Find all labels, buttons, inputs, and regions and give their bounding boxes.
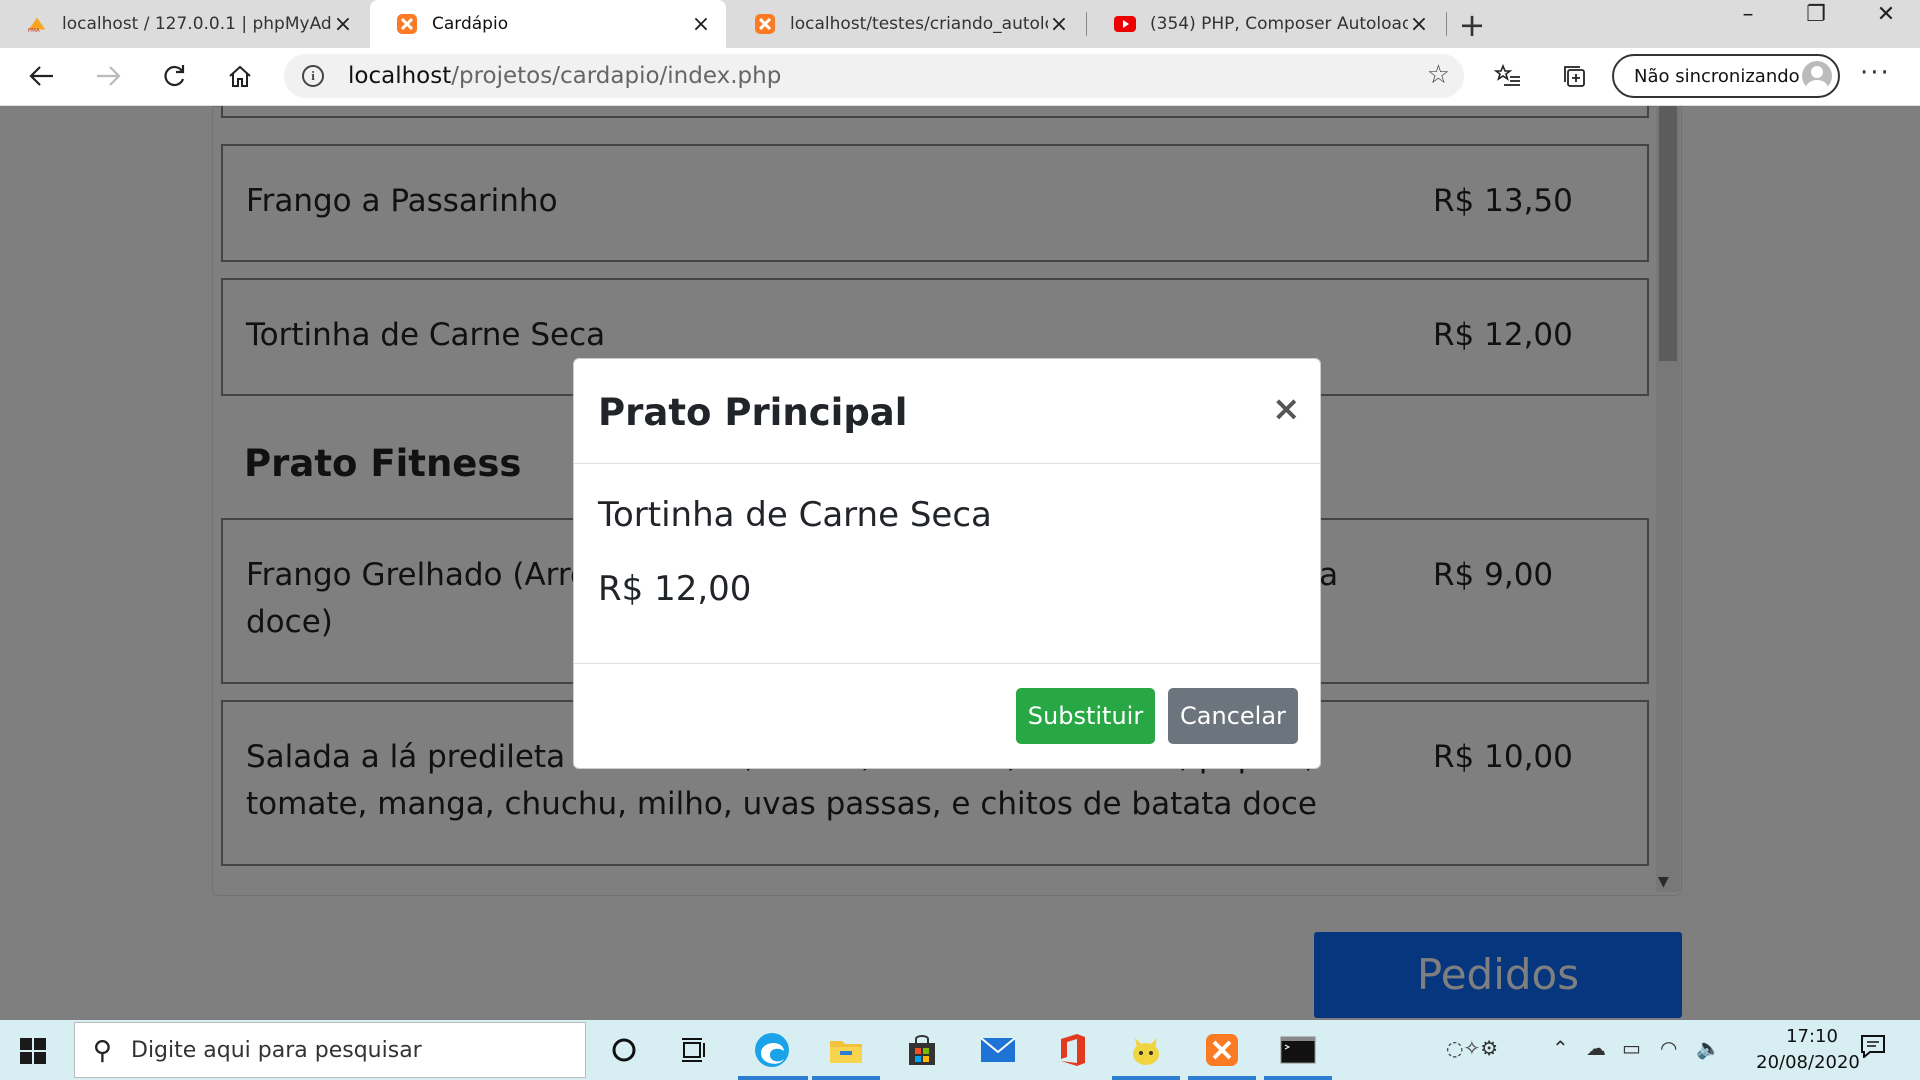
xampp-icon xyxy=(396,13,418,35)
refresh-icon[interactable] xyxy=(152,56,196,96)
clock-time[interactable]: 17:10 xyxy=(1760,1026,1864,1047)
tray-app-icons[interactable]: ◌✧⚙ xyxy=(1446,1036,1498,1060)
mail-icon[interactable] xyxy=(976,1028,1020,1072)
windows-taskbar: ⚲ Digite aqui para pesquisar ◌✧⚙ ⌃ ☁ ▭ ◠… xyxy=(0,1020,1920,1080)
window-close-icon[interactable]: ✕ xyxy=(1866,2,1906,27)
new-tab-icon[interactable]: + xyxy=(1454,6,1490,44)
youtube-icon xyxy=(1114,13,1136,35)
file-explorer-icon[interactable] xyxy=(824,1028,868,1072)
tab-strip: PMA localhost / 127.0.0.1 | phpMyAdmin ×… xyxy=(0,0,1920,48)
notifications-icon[interactable] xyxy=(1860,1034,1886,1063)
microsoft-store-icon[interactable] xyxy=(900,1028,944,1072)
taskbar-search-placeholder: Digite aqui para pesquisar xyxy=(131,1037,422,1063)
close-tab-icon[interactable]: × xyxy=(1048,12,1070,37)
app-mascot-icon[interactable] xyxy=(1124,1028,1168,1072)
browser-toolbar: i localhost/projetos/cardapio/index.php … xyxy=(0,48,1920,106)
volume-icon[interactable]: 🔈 xyxy=(1696,1036,1721,1060)
close-icon[interactable]: × xyxy=(1272,389,1301,429)
avatar-icon xyxy=(1802,61,1832,91)
task-view-icon[interactable] xyxy=(672,1028,716,1072)
tab-title: Cardápio xyxy=(432,14,509,34)
tab-title: localhost / 127.0.0.1 | phpMyAdmin xyxy=(62,14,332,34)
tab-autoload[interactable]: localhost/testes/criando_autoload × xyxy=(728,0,1084,48)
forward-icon[interactable] xyxy=(86,56,130,96)
tab-separator xyxy=(1446,12,1447,36)
active-app-indicator xyxy=(1112,1076,1180,1080)
close-tab-icon[interactable]: × xyxy=(1408,12,1430,37)
active-app-indicator xyxy=(1188,1076,1256,1080)
tab-separator xyxy=(1086,12,1087,36)
back-icon[interactable] xyxy=(20,56,64,96)
phpmyadmin-icon: PMA xyxy=(26,13,48,35)
xampp-taskbar-icon[interactable] xyxy=(1200,1028,1244,1072)
profile-sync-button[interactable]: Não sincronizando xyxy=(1612,54,1840,98)
modal-dish-name: Tortinha de Carne Seca xyxy=(598,495,992,535)
office-icon[interactable] xyxy=(1050,1028,1094,1072)
info-icon[interactable]: i xyxy=(302,65,324,87)
taskbar-search-input[interactable]: ⚲ Digite aqui para pesquisar xyxy=(74,1022,586,1078)
substitute-dish-modal: Prato Principal × Tortinha de Carne Seca… xyxy=(573,358,1321,769)
home-icon[interactable] xyxy=(218,56,262,96)
collections-icon[interactable] xyxy=(1552,56,1596,96)
profile-sync-label: Não sincronizando xyxy=(1634,65,1800,87)
address-bar[interactable]: i localhost/projetos/cardapio/index.php … xyxy=(284,54,1464,98)
battery-icon[interactable]: ▭ xyxy=(1622,1036,1641,1060)
tab-cardapio[interactable]: Cardápio × xyxy=(370,0,726,48)
restore-icon[interactable]: ❐ xyxy=(1796,2,1836,27)
search-icon: ⚲ xyxy=(93,1036,113,1066)
terminal-icon[interactable] xyxy=(1276,1028,1320,1072)
substituir-button[interactable]: Substituir xyxy=(1016,688,1155,744)
edge-icon[interactable] xyxy=(750,1028,794,1072)
xampp-icon xyxy=(754,13,776,35)
active-app-indicator xyxy=(1264,1076,1332,1080)
active-app-indicator xyxy=(738,1076,808,1080)
more-options-icon[interactable]: ··· xyxy=(1860,58,1891,88)
url-path: /projetos/cardapio/index.php xyxy=(451,63,782,89)
minimize-icon[interactable]: – xyxy=(1728,2,1768,27)
url-text[interactable]: localhost/projetos/cardapio/index.php xyxy=(348,63,781,89)
svg-text:PMA: PMA xyxy=(28,28,40,34)
modal-footer: Substituir Cancelar xyxy=(574,663,1320,770)
cortana-icon[interactable] xyxy=(602,1028,646,1072)
active-app-indicator xyxy=(812,1076,880,1080)
windows-start-icon[interactable] xyxy=(20,1038,46,1064)
tab-youtube[interactable]: (354) PHP, Composer Autoload e × xyxy=(1088,0,1444,48)
modal-header: Prato Principal × xyxy=(574,359,1320,464)
modal-title: Prato Principal xyxy=(598,391,908,434)
modal-dish-price: R$ 12,00 xyxy=(598,569,752,609)
show-hidden-icons[interactable]: ⌃ xyxy=(1552,1036,1569,1060)
url-host: localhost xyxy=(348,63,452,89)
cancelar-button[interactable]: Cancelar xyxy=(1168,688,1298,744)
favorite-star-icon[interactable]: ☆ xyxy=(1427,60,1450,90)
tab-title: localhost/testes/criando_autoload xyxy=(790,14,1048,34)
close-tab-icon[interactable]: × xyxy=(332,12,354,37)
favorites-icon[interactable] xyxy=(1486,56,1530,96)
onedrive-icon[interactable]: ☁ xyxy=(1586,1036,1606,1060)
close-tab-icon[interactable]: × xyxy=(690,12,712,37)
wifi-icon[interactable]: ◠ xyxy=(1660,1036,1677,1060)
tab-title: (354) PHP, Composer Autoload e xyxy=(1150,14,1408,34)
tab-phpmyadmin[interactable]: PMA localhost / 127.0.0.1 | phpMyAdmin × xyxy=(0,0,368,48)
